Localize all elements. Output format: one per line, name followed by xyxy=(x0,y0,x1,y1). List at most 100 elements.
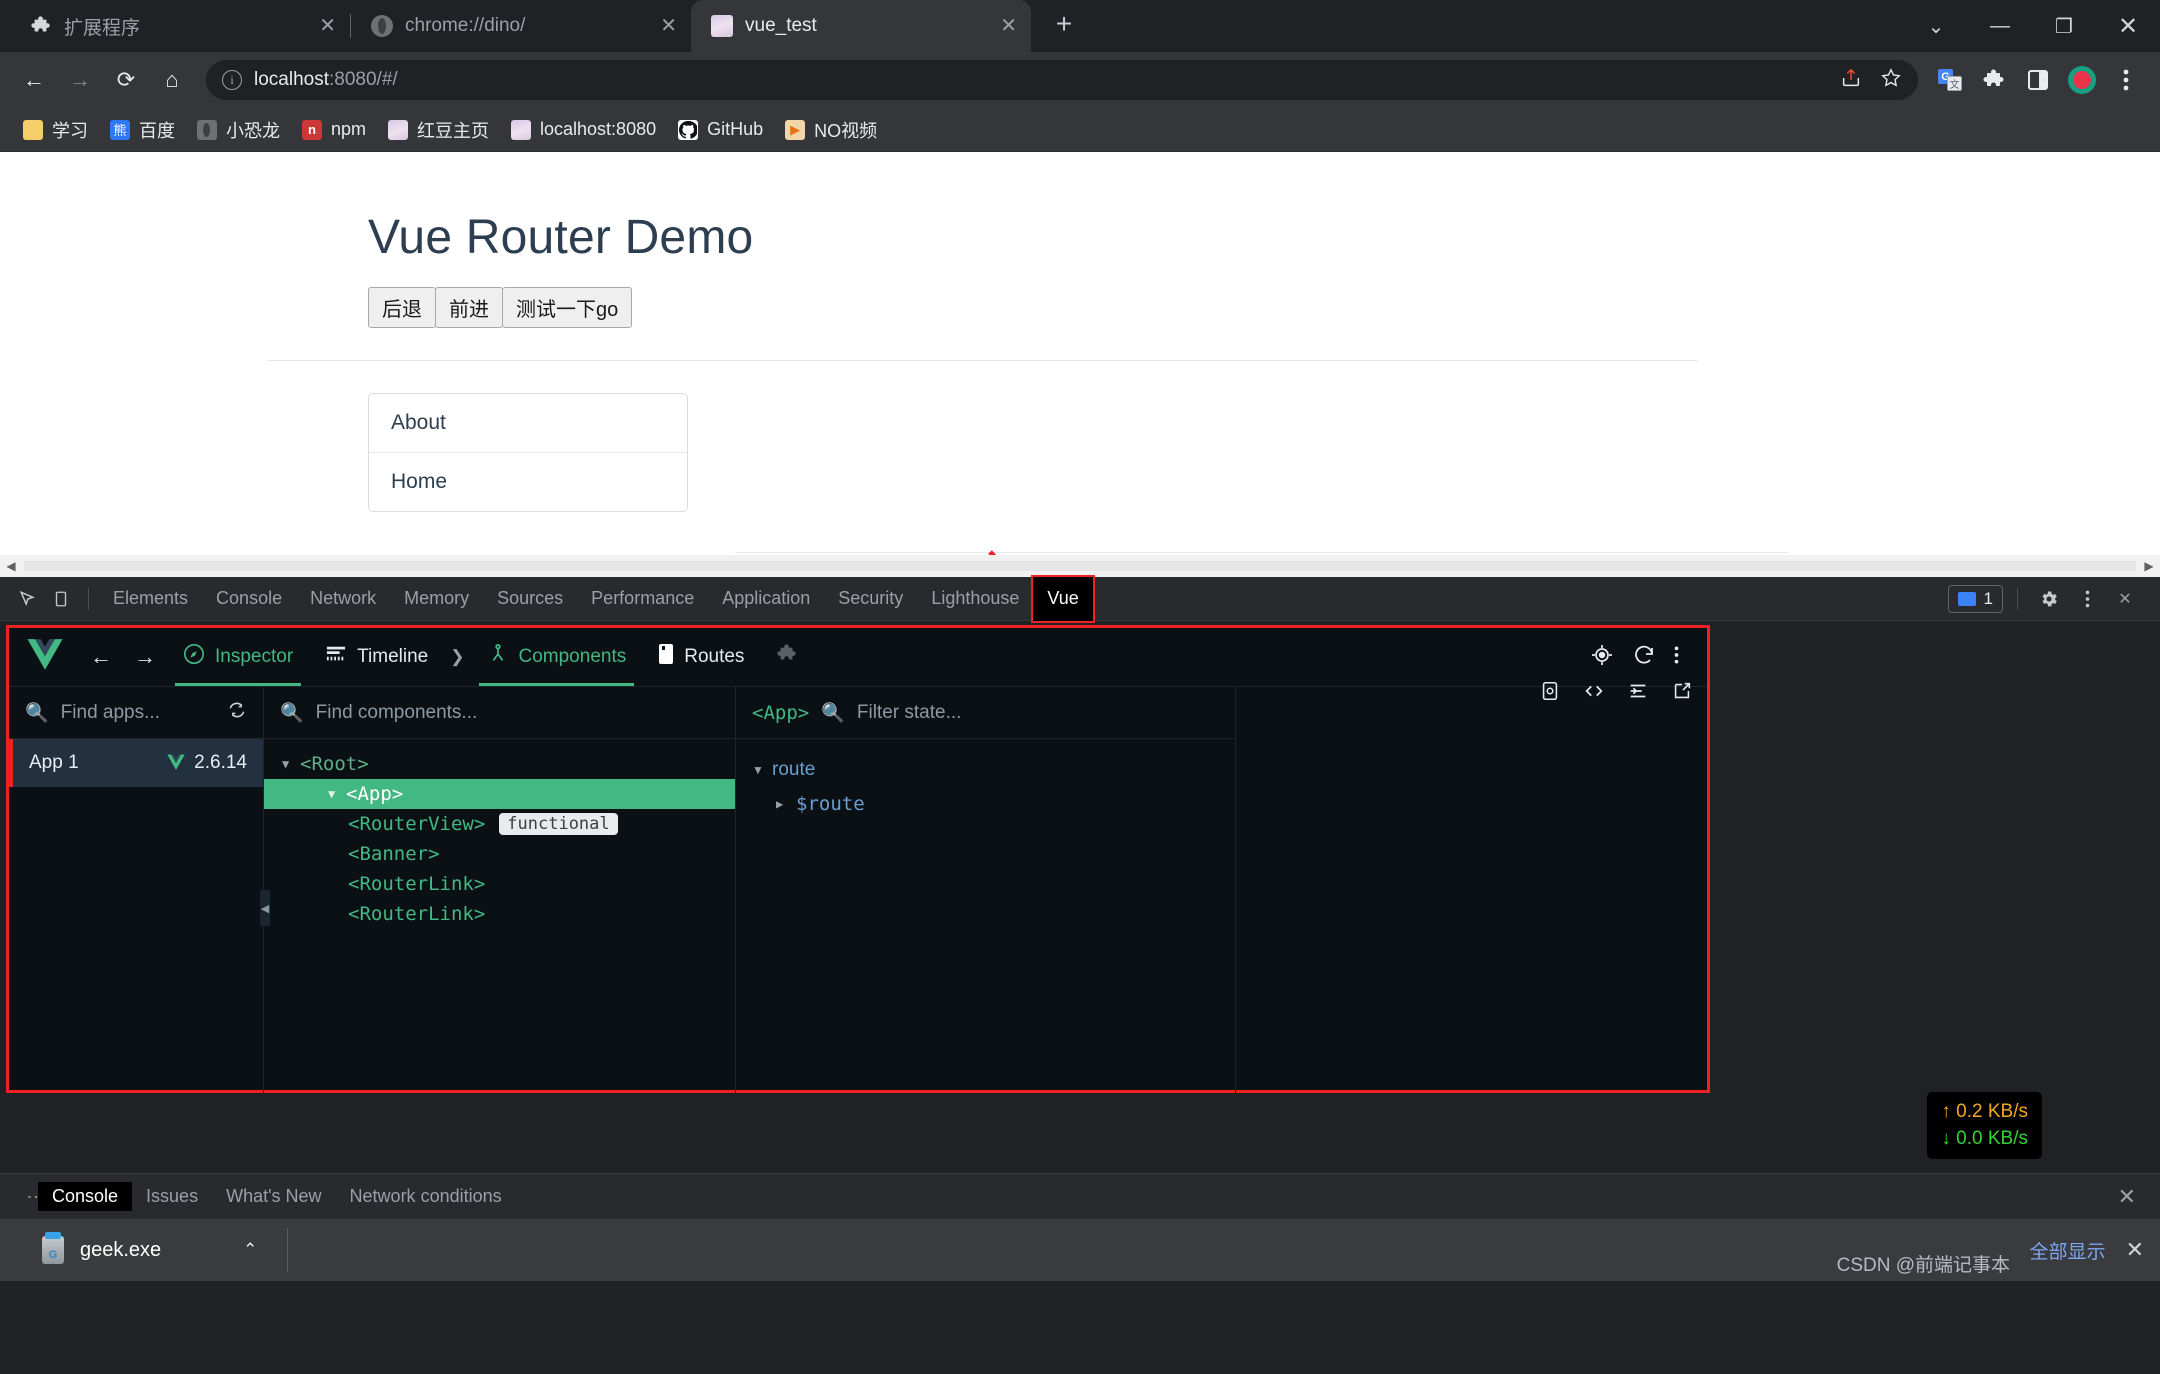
state-group-route[interactable]: ▼ route xyxy=(736,753,1235,787)
tab-vue[interactable]: Vue xyxy=(1033,577,1092,621)
chrome-menu-icon[interactable] xyxy=(2106,60,2146,100)
tab-dino[interactable]: chrome://dino/ ✕ xyxy=(351,0,691,52)
tree-node-app[interactable]: ▼ <App> xyxy=(264,779,735,809)
drawer-close-icon[interactable]: ✕ xyxy=(2118,1184,2152,1210)
drawer-tab-console[interactable]: Console xyxy=(38,1182,132,1211)
drawer-tab-network-conditions[interactable]: Network conditions xyxy=(336,1182,516,1211)
tree-node-routerlink-1[interactable]: <RouterLink> xyxy=(264,869,735,899)
scroll-left-arrow[interactable]: ◀ xyxy=(0,559,22,573)
bookmark-star-icon[interactable] xyxy=(1880,67,1902,94)
tab-network[interactable]: Network xyxy=(296,577,390,621)
inspect-icon[interactable] xyxy=(10,582,44,616)
tab-extensions[interactable]: 扩展程序 ✕ xyxy=(10,0,350,52)
chevron-down-icon[interactable]: ▼ xyxy=(328,787,346,801)
new-tab-button[interactable]: + xyxy=(1047,8,1081,40)
tab-lighthouse[interactable]: Lighthouse xyxy=(917,577,1033,621)
gear-icon[interactable] xyxy=(2032,582,2066,616)
state-filter-placeholder[interactable]: Filter state... xyxy=(857,702,962,724)
chevron-down-icon[interactable]: ▼ xyxy=(282,757,300,771)
close-icon[interactable]: ✕ xyxy=(660,16,677,36)
vue-back-button[interactable]: ← xyxy=(79,637,123,677)
close-window-button[interactable]: ✕ xyxy=(2096,0,2160,52)
bookmark-hongdou[interactable]: 红豆主页 xyxy=(379,112,498,148)
page-horizontal-scrollbar[interactable]: ◀ ▶ xyxy=(0,555,2160,577)
reload-button[interactable]: ⟳ xyxy=(106,60,146,100)
bookmark-dino[interactable]: 小恐龙 xyxy=(188,112,289,148)
devtools-more-icon[interactable] xyxy=(2070,582,2104,616)
popout-icon[interactable] xyxy=(1671,680,1693,708)
tree-node-routerlink-2[interactable]: <RouterLink> xyxy=(264,899,735,929)
drawer-tab-issues[interactable]: Issues xyxy=(132,1182,212,1211)
collapse-all-icon[interactable] xyxy=(1627,680,1649,708)
scroll-track[interactable] xyxy=(24,561,2136,571)
address-bar[interactable]: i localhost:8080/#/ xyxy=(206,60,1918,100)
chevron-down-icon[interactable]: ▼ xyxy=(752,763,772,777)
share-icon[interactable] xyxy=(1840,67,1862,94)
close-icon[interactable]: ✕ xyxy=(1000,16,1017,36)
apps-search[interactable]: 🔍 Find apps... xyxy=(9,687,263,739)
tab-performance[interactable]: Performance xyxy=(577,577,708,621)
vue-refresh-icon[interactable] xyxy=(1632,643,1656,672)
taskbar-app-item[interactable]: geek.exe ⌃ xyxy=(16,1236,257,1264)
bookmark-npm[interactable]: n npm xyxy=(293,114,375,145)
app-list-item[interactable]: App 1 2.6.14 xyxy=(9,739,263,787)
extensions-icon[interactable] xyxy=(1974,60,2014,100)
scroll-to-component-icon[interactable] xyxy=(1539,680,1561,708)
drawer-tab-whats-new[interactable]: What's New xyxy=(212,1182,335,1211)
tab-memory[interactable]: Memory xyxy=(390,577,483,621)
bookmark-localhost[interactable]: localhost:8080 xyxy=(502,114,665,145)
vue-plugin-icon[interactable] xyxy=(760,628,814,686)
translate-icon[interactable]: G 文 xyxy=(1930,60,1970,100)
nav-link-about[interactable]: About xyxy=(369,394,687,452)
tab-vue-test[interactable]: vue_test ✕ xyxy=(691,0,1031,52)
back-button[interactable]: ← xyxy=(14,60,54,100)
site-info-icon[interactable]: i xyxy=(222,70,242,90)
scroll-right-arrow[interactable]: ▶ xyxy=(2138,559,2160,573)
chevron-right-icon[interactable]: ▶ xyxy=(776,797,796,811)
tree-collapse-handle[interactable]: ◀ xyxy=(260,890,270,926)
drawer-menu-icon[interactable]: ⋮ xyxy=(8,1188,38,1206)
tree-node-banner[interactable]: <Banner> xyxy=(264,839,735,869)
bookmark-xuexi[interactable]: 学习 xyxy=(14,112,97,148)
forward-button[interactable]: → xyxy=(60,60,100,100)
tree-node-routerview[interactable]: <RouterView> functional xyxy=(264,809,735,839)
devtools-close-icon[interactable]: ✕ xyxy=(2108,582,2142,616)
vue-tab-routes[interactable]: Routes xyxy=(642,628,760,686)
vue-tab-components[interactable]: Components xyxy=(471,628,643,686)
vue-forward-button[interactable]: → xyxy=(123,637,167,677)
close-icon[interactable]: ✕ xyxy=(319,16,336,36)
tree-node-root[interactable]: ▼ <Root> xyxy=(264,749,735,779)
avatar[interactable] xyxy=(2062,60,2102,100)
close-icon[interactable]: ✕ xyxy=(2126,1237,2144,1263)
state-item-route[interactable]: ▶ $route xyxy=(736,787,1235,821)
back-button-page[interactable]: 后退 xyxy=(368,287,436,328)
vue-tab-inspector[interactable]: Inspector xyxy=(167,628,309,686)
tab-console[interactable]: Console xyxy=(202,577,296,621)
minimize-button[interactable]: — xyxy=(1968,0,2032,52)
components-search[interactable]: 🔍 Find components... xyxy=(264,687,735,739)
chevron-right-icon[interactable]: ❯ xyxy=(444,647,470,667)
tab-elements[interactable]: Elements xyxy=(99,577,202,621)
open-in-editor-icon[interactable] xyxy=(1583,680,1605,708)
tab-search-icon[interactable]: ⌄ xyxy=(1904,0,1968,52)
forward-button-page[interactable]: 前进 xyxy=(435,287,503,328)
bookmark-baidu[interactable]: 熊 百度 xyxy=(101,112,184,148)
bookmark-github[interactable]: GitHub xyxy=(669,114,772,145)
chevron-up-icon[interactable]: ⌃ xyxy=(243,1240,257,1260)
select-component-icon[interactable] xyxy=(1590,643,1614,672)
bookmark-novideo[interactable]: ▶ NO视频 xyxy=(776,112,886,148)
tab-security[interactable]: Security xyxy=(824,577,917,621)
nav-link-home[interactable]: Home xyxy=(369,452,687,511)
vue-more-icon[interactable] xyxy=(1674,645,1679,670)
message-count-badge[interactable]: 1 xyxy=(1948,585,2003,613)
vue-tab-timeline[interactable]: Timeline xyxy=(309,628,444,686)
home-button[interactable]: ⌂ xyxy=(152,60,192,100)
maximize-button[interactable]: ❐ xyxy=(2032,0,2096,52)
device-toolbar-icon[interactable] xyxy=(44,582,78,616)
tab-application[interactable]: Application xyxy=(708,577,824,621)
refresh-icon[interactable] xyxy=(227,700,247,726)
side-panel-icon[interactable] xyxy=(2018,60,2058,100)
tab-sources[interactable]: Sources xyxy=(483,577,577,621)
go-test-button[interactable]: 测试一下go xyxy=(502,287,632,328)
show-all-link[interactable]: 全部显示 xyxy=(2030,1237,2106,1264)
